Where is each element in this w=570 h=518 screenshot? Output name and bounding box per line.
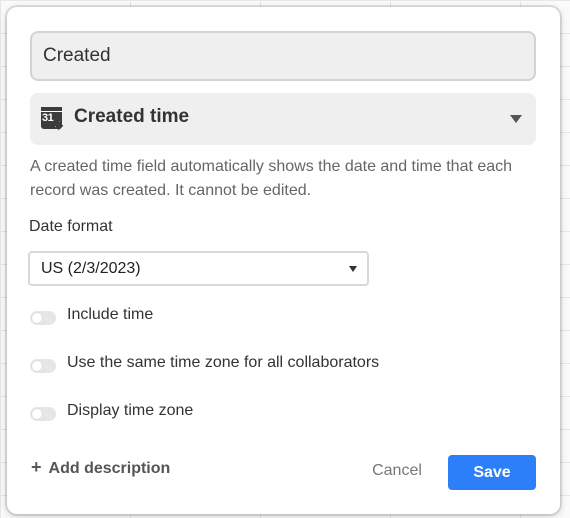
- display-timezone-toggle[interactable]: [30, 407, 56, 421]
- save-button[interactable]: Save: [448, 455, 536, 490]
- display-timezone-toggle-row[interactable]: Display time zone: [30, 401, 330, 425]
- include-time-label: Include time: [67, 306, 154, 323]
- include-time-toggle-row[interactable]: Include time: [30, 305, 330, 329]
- calendar-created-icon: 31: [41, 107, 64, 131]
- field-config-dialog: 31 Created time A created time field aut…: [7, 7, 560, 514]
- date-format-value: US (2/3/2023): [41, 260, 141, 277]
- same-timezone-toggle-row[interactable]: Use the same time zone for all collabora…: [30, 353, 450, 377]
- toggle-knob: [32, 313, 42, 323]
- caret-down-icon: [349, 266, 357, 272]
- cancel-button[interactable]: Cancel: [365, 458, 429, 484]
- field-type-label: Created time: [74, 106, 190, 127]
- date-format-select[interactable]: US (2/3/2023): [28, 251, 369, 286]
- date-format-label: Date format: [29, 218, 113, 235]
- field-name-input[interactable]: [30, 31, 536, 81]
- field-type-select[interactable]: 31 Created time: [30, 93, 536, 145]
- same-timezone-label: Use the same time zone for all collabora…: [67, 354, 380, 371]
- field-type-description: A created time field automatically shows…: [30, 158, 513, 199]
- include-time-toggle[interactable]: [30, 311, 56, 325]
- same-timezone-toggle[interactable]: [30, 359, 56, 373]
- caret-down-icon: [510, 115, 522, 123]
- add-description-button[interactable]: + Add description: [31, 457, 170, 479]
- toggle-knob: [32, 409, 42, 419]
- plus-icon: +: [31, 457, 42, 477]
- toggle-knob: [32, 361, 42, 371]
- add-description-label: Add description: [48, 460, 171, 477]
- display-timezone-label: Display time zone: [67, 402, 194, 419]
